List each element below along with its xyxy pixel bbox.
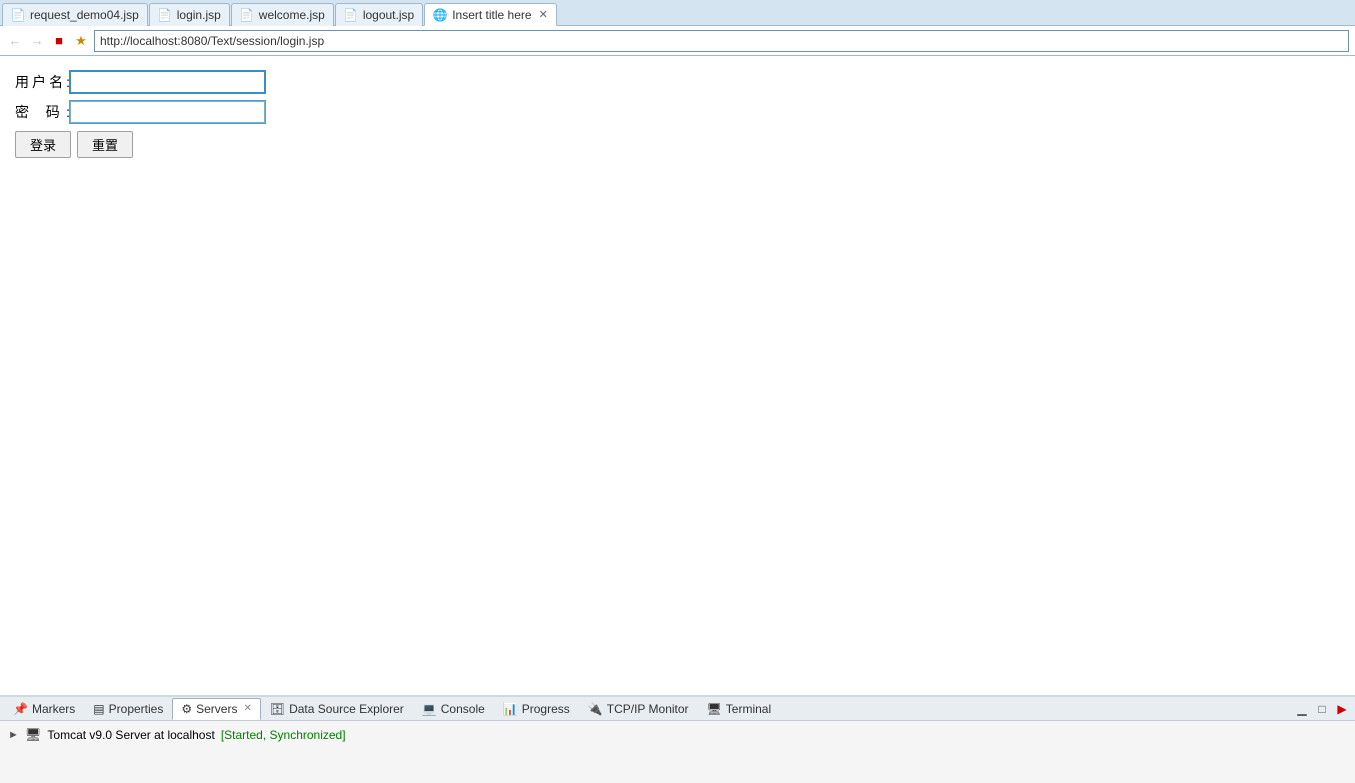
tab-label: Properties	[109, 702, 164, 716]
tab-properties[interactable]: ▤ Properties	[84, 698, 172, 720]
password-row: 密 码:	[15, 101, 1340, 123]
tab-label: Markers	[32, 702, 75, 716]
password-label: 密 码:	[15, 102, 70, 122]
tab-console[interactable]: 💻 Console	[413, 698, 494, 720]
server-name: Tomcat v9.0 Server at localhost	[47, 728, 214, 742]
bookmark-button[interactable]: ★	[72, 32, 90, 50]
tab-datasource[interactable]: 🗄 Data Source Explorer	[261, 698, 413, 720]
console-icon: 💻	[422, 702, 437, 716]
tab-label: login.jsp	[177, 8, 221, 22]
panel-actions: ▁ □ ▶	[1293, 700, 1351, 718]
tab-label: TCP/IP Monitor	[607, 702, 689, 716]
tab-label: Data Source Explorer	[289, 702, 404, 716]
tab-logout[interactable]: 📄 logout.jsp	[335, 3, 423, 26]
tab-label: Servers	[196, 702, 237, 716]
server-icon: 🖥	[25, 727, 42, 743]
bottom-tab-bar: 📌 Markers ▤ Properties ⚙ Servers ✕ 🗄 Dat…	[0, 697, 1355, 721]
bottom-panel: 📌 Markers ▤ Properties ⚙ Servers ✕ 🗄 Dat…	[0, 695, 1355, 783]
browser-tab-bar: 📄 request_demo04.jsp 📄 login.jsp 📄 welco…	[0, 0, 1355, 26]
file-icon: 📄	[240, 8, 254, 22]
tab-label: Progress	[522, 702, 570, 716]
tab-label: Terminal	[726, 702, 771, 716]
tab-label: welcome.jsp	[259, 8, 325, 22]
tab-label: request_demo04.jsp	[30, 8, 139, 22]
tab-servers[interactable]: ⚙ Servers ✕	[172, 698, 261, 720]
minimize-panel-button[interactable]: ▁	[1293, 700, 1311, 718]
server-row: ► 🖥 Tomcat v9.0 Server at localhost [Sta…	[8, 725, 1347, 745]
form-buttons: 登录 重置	[15, 131, 1340, 158]
tab-login[interactable]: 📄 login.jsp	[149, 3, 230, 26]
url-input[interactable]	[94, 30, 1349, 52]
file-icon: 📄	[158, 8, 172, 22]
tab-markers[interactable]: 📌 Markers	[4, 698, 84, 720]
tab-label: Console	[441, 702, 485, 716]
file-icon: 📄	[344, 8, 358, 22]
properties-icon: ▤	[93, 702, 104, 716]
servers-icon: ⚙	[181, 702, 192, 716]
servers-tab-close[interactable]: ✕	[243, 703, 251, 714]
file-icon: 📄	[11, 8, 25, 22]
password-input[interactable]	[70, 101, 265, 123]
reset-button[interactable]: 重置	[77, 131, 133, 158]
username-row: 用户名:	[15, 71, 1340, 93]
tab-progress[interactable]: 📊 Progress	[494, 698, 579, 720]
terminal-icon: 🖥	[707, 702, 722, 716]
markers-icon: 📌	[13, 702, 28, 716]
back-button[interactable]: ←	[6, 32, 24, 50]
run-server-button[interactable]: ▶	[1333, 700, 1351, 718]
tab-label: Insert title here	[452, 8, 531, 22]
tab-label: logout.jsp	[363, 8, 414, 22]
datasource-icon: 🗄	[270, 702, 285, 716]
servers-content: ► 🖥 Tomcat v9.0 Server at localhost [Sta…	[0, 721, 1355, 783]
maximize-panel-button[interactable]: □	[1313, 700, 1331, 718]
expand-arrow[interactable]: ►	[8, 729, 19, 741]
tab-welcome[interactable]: 📄 welcome.jsp	[231, 3, 334, 26]
tab-close-button[interactable]: ✕	[539, 8, 548, 21]
tab-terminal[interactable]: 🖥 Terminal	[698, 698, 781, 720]
tab-tcpip[interactable]: 🔌 TCP/IP Monitor	[579, 698, 698, 720]
tcpip-icon: 🔌	[588, 702, 603, 716]
tab-insert-title[interactable]: 🌐 Insert title here ✕	[424, 3, 557, 26]
globe-icon: 🌐	[433, 8, 447, 22]
username-label: 用户名:	[15, 72, 70, 92]
progress-icon: 📊	[503, 702, 518, 716]
address-bar: ← → ■ ★	[0, 26, 1355, 56]
server-status: [Started, Synchronized]	[221, 728, 346, 742]
login-button[interactable]: 登录	[15, 131, 71, 158]
username-input[interactable]	[70, 71, 265, 93]
stop-button[interactable]: ■	[50, 32, 68, 50]
tab-request-demo[interactable]: 📄 request_demo04.jsp	[2, 3, 148, 26]
forward-button[interactable]: →	[28, 32, 46, 50]
browser-content: 用户名: 密 码: 登录 重置	[0, 56, 1355, 695]
